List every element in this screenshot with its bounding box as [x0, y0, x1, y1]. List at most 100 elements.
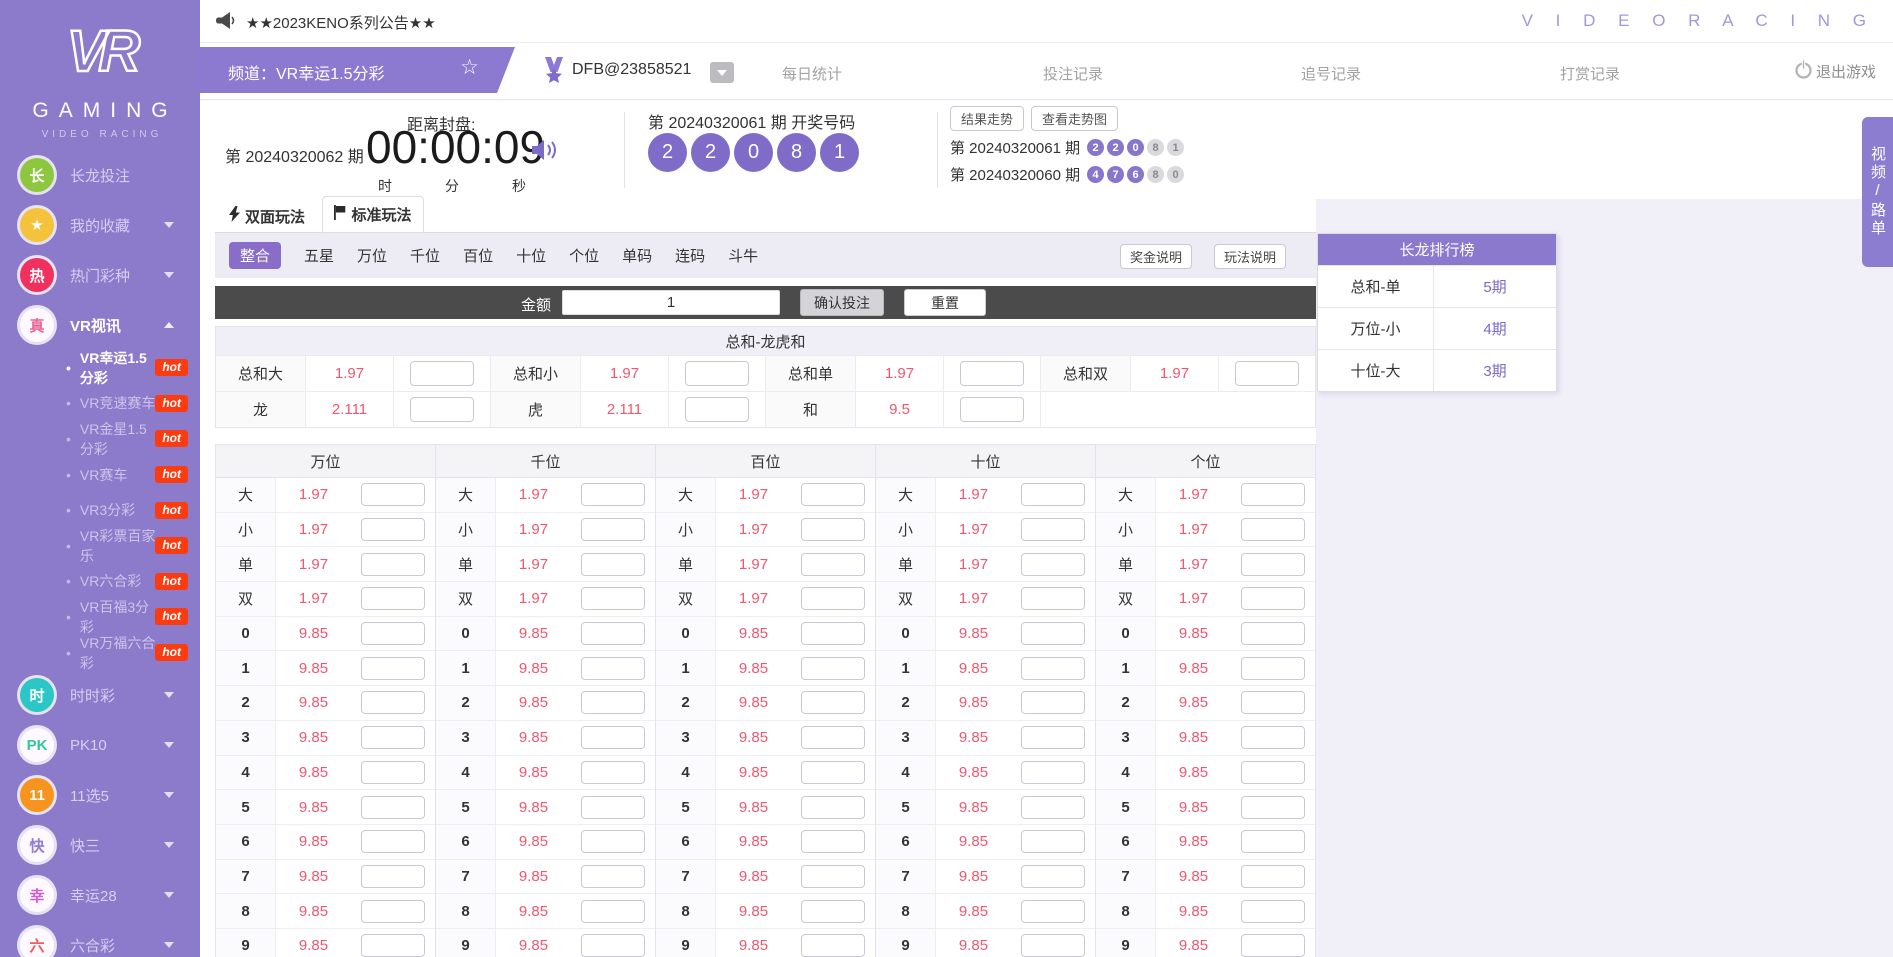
bet-odds[interactable]: 9.85 — [496, 617, 571, 651]
bet-odds[interactable]: 1.97 — [496, 478, 571, 512]
bet-odds[interactable]: 1.97 — [856, 356, 944, 391]
result-trend-button[interactable]: 查看走势图 — [1031, 106, 1118, 131]
bet-amount-input[interactable] — [1021, 900, 1085, 923]
subtab-5[interactable]: 十位 — [516, 245, 546, 266]
ranking-row[interactable]: 万位-小4期 — [1318, 307, 1556, 349]
bet-odds[interactable]: 9.85 — [1156, 825, 1231, 859]
bet-odds[interactable]: 1.97 — [276, 547, 351, 581]
sidebar-group-item[interactable]: 幸幸运28 — [0, 870, 200, 920]
topnav-item[interactable]: 追号记录 — [1301, 63, 1361, 84]
sidebar-group-item[interactable]: 长长龙投注 — [0, 150, 200, 200]
bet-odds[interactable]: 9.85 — [716, 721, 791, 755]
bet-odds[interactable]: 1.97 — [716, 547, 791, 581]
bet-amount-input[interactable] — [1241, 518, 1305, 541]
bet-odds[interactable]: 9.85 — [276, 825, 351, 859]
bet-odds[interactable]: 9.85 — [276, 790, 351, 824]
bet-amount-input[interactable] — [960, 397, 1024, 422]
bet-amount-input[interactable] — [361, 657, 425, 680]
bet-odds[interactable]: 9.85 — [1156, 790, 1231, 824]
bet-odds[interactable]: 9.85 — [496, 894, 571, 928]
ranking-row[interactable]: 十位-大3期 — [1318, 349, 1556, 391]
bet-amount-input[interactable] — [801, 830, 865, 853]
subtab-6[interactable]: 个位 — [569, 245, 599, 266]
bet-amount-input[interactable] — [581, 934, 645, 957]
topnav-item[interactable]: 每日统计 — [782, 63, 842, 84]
result-trend-button[interactable]: 结果走势 — [950, 106, 1024, 131]
tab-two-sided-play[interactable]: 双面玩法 — [229, 199, 305, 233]
bet-amount-input[interactable] — [685, 361, 749, 386]
bet-amount-input[interactable] — [1235, 361, 1299, 386]
bet-amount-input[interactable] — [581, 553, 645, 576]
bet-odds[interactable]: 1.97 — [1156, 582, 1231, 616]
bet-odds[interactable]: 9.85 — [936, 686, 1011, 720]
topnav-item[interactable]: 打赏记录 — [1560, 63, 1620, 84]
bet-amount-input[interactable] — [1241, 796, 1305, 819]
bet-amount-input[interactable] — [1241, 865, 1305, 888]
bet-odds[interactable]: 9.85 — [1156, 929, 1231, 957]
bet-odds[interactable]: 9.85 — [1156, 686, 1231, 720]
bet-odds[interactable]: 9.85 — [716, 929, 791, 957]
bet-odds[interactable]: 1.97 — [306, 356, 394, 391]
sidebar-group-item[interactable]: 六六合彩 — [0, 920, 200, 957]
bet-odds[interactable]: 1.97 — [716, 582, 791, 616]
bet-odds[interactable]: 9.85 — [276, 721, 351, 755]
bet-odds[interactable]: 1.97 — [1156, 478, 1231, 512]
sidebar-group-item[interactable]: PKPK10 — [0, 720, 200, 770]
bet-amount-input[interactable] — [361, 934, 425, 957]
bet-odds[interactable]: 9.85 — [276, 860, 351, 894]
bet-amount-input[interactable] — [361, 726, 425, 749]
sidebar-sub-item[interactable]: •VR百福3分彩hot — [0, 599, 200, 635]
bet-amount-input[interactable] — [581, 483, 645, 506]
bet-odds[interactable]: 9.85 — [276, 929, 351, 957]
subtab-3[interactable]: 千位 — [410, 245, 440, 266]
sidebar-group-item[interactable]: 真VR视讯 — [0, 300, 200, 350]
bet-odds[interactable]: 9.85 — [276, 617, 351, 651]
bet-odds[interactable]: 9.85 — [936, 756, 1011, 790]
bet-odds[interactable]: 9.85 — [1156, 894, 1231, 928]
bet-odds[interactable]: 1.97 — [496, 547, 571, 581]
bet-amount-input[interactable] — [1241, 553, 1305, 576]
bet-amount-input[interactable] — [361, 761, 425, 784]
bet-amount-input[interactable] — [1021, 587, 1085, 610]
bet-amount-input[interactable] — [801, 622, 865, 645]
bet-amount-input[interactable] — [1241, 587, 1305, 610]
bet-odds[interactable]: 9.85 — [1156, 651, 1231, 685]
bet-amount-input[interactable] — [1241, 934, 1305, 957]
bet-amount-input[interactable] — [685, 397, 749, 422]
bet-amount-input[interactable] — [1021, 691, 1085, 714]
sidebar-sub-item[interactable]: •VR万福六合彩hot — [0, 635, 200, 671]
reset-button[interactable]: 重置 — [904, 289, 986, 316]
bet-amount-input[interactable] — [1021, 726, 1085, 749]
bet-odds[interactable]: 1.97 — [276, 582, 351, 616]
topnav-item[interactable]: 投注记录 — [1043, 63, 1103, 84]
confirm-bet-button[interactable]: 确认投注 — [800, 289, 884, 316]
bet-odds[interactable]: 9.85 — [716, 686, 791, 720]
bet-odds[interactable]: 1.97 — [936, 478, 1011, 512]
bet-amount-input[interactable] — [801, 796, 865, 819]
bet-odds[interactable]: 1.97 — [581, 356, 669, 391]
bet-odds[interactable]: 9.85 — [716, 860, 791, 894]
bet-odds[interactable]: 1.97 — [716, 478, 791, 512]
bet-odds[interactable]: 9.85 — [1156, 756, 1231, 790]
bet-amount-input[interactable] — [581, 622, 645, 645]
bet-amount-input[interactable] — [801, 865, 865, 888]
bet-amount-input[interactable] — [1241, 622, 1305, 645]
bet-odds[interactable]: 9.85 — [936, 825, 1011, 859]
sidebar-sub-item[interactable]: •VR3分彩hot — [0, 492, 200, 528]
bet-odds[interactable]: 9.85 — [936, 617, 1011, 651]
bet-amount-input[interactable] — [361, 553, 425, 576]
sidebar-sub-item[interactable]: •VR六合彩hot — [0, 564, 200, 600]
sidebar-sub-item[interactable]: •VR幸运1.5分彩hot — [0, 350, 200, 386]
subtab-4[interactable]: 百位 — [463, 245, 493, 266]
bet-odds[interactable]: 9.85 — [496, 756, 571, 790]
bet-amount-input[interactable] — [801, 900, 865, 923]
bet-odds[interactable]: 9.85 — [276, 756, 351, 790]
bet-odds[interactable]: 1.97 — [936, 582, 1011, 616]
bet-amount-input[interactable] — [361, 796, 425, 819]
bet-amount-input[interactable] — [1021, 622, 1085, 645]
bet-amount-input[interactable] — [581, 691, 645, 714]
bet-odds[interactable]: 9.85 — [716, 825, 791, 859]
bet-amount-input[interactable] — [801, 483, 865, 506]
bet-odds[interactable]: 1.97 — [276, 478, 351, 512]
bet-amount-input[interactable] — [1021, 796, 1085, 819]
